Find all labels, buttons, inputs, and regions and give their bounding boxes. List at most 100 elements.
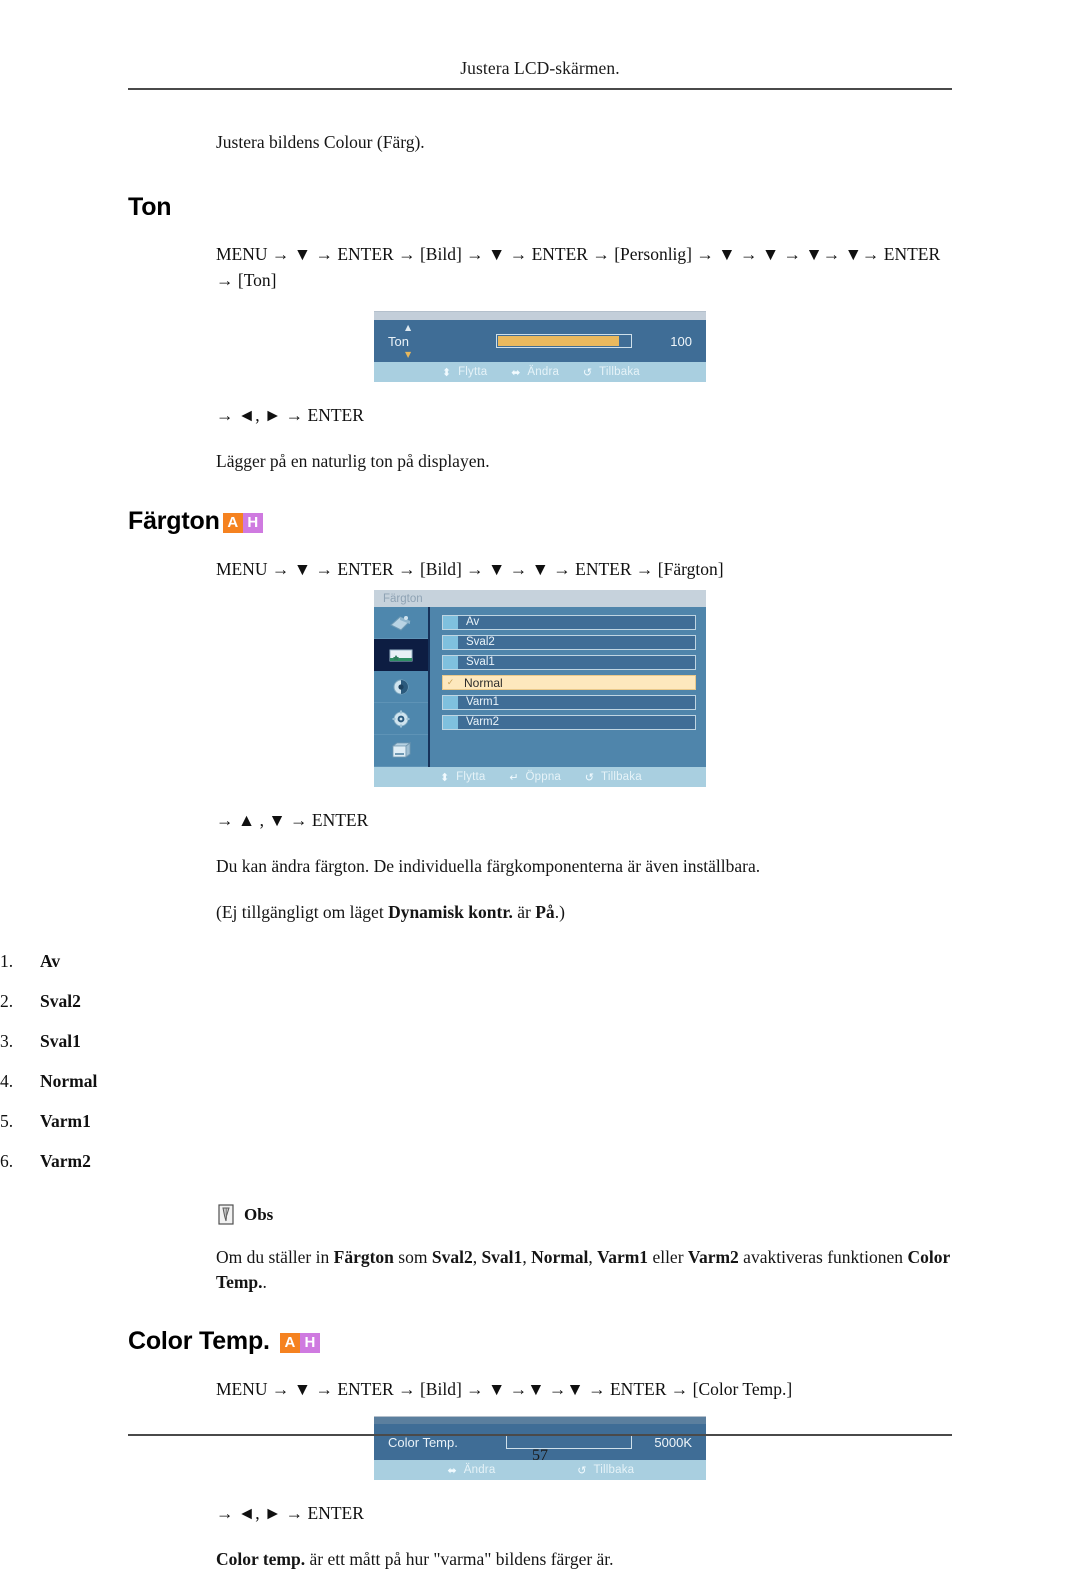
row-marker bbox=[443, 696, 458, 709]
note-text-pre: Om du ställer in bbox=[216, 1247, 334, 1267]
fargton-option-list: 1. Av 2. Sval2 3. Sval1 4. Normal 5. Varm1 6. Varm2 bbox=[0, 941, 1080, 1181]
note-text-7: . bbox=[262, 1272, 267, 1292]
nav-path-fargton: MENU → ▼ → ENTER → [Bild] → ▼ → ▼ → ENTE… bbox=[216, 559, 724, 579]
osd-ton-value: 100 bbox=[670, 333, 692, 349]
list-item: 6. Varm2 bbox=[0, 1141, 1080, 1181]
heading-colortemp: Color Temp. A H bbox=[128, 1327, 1080, 1356]
list-item-number: 4. bbox=[0, 1071, 14, 1091]
list-item-number: 1. bbox=[0, 951, 14, 971]
sound-icon[interactable] bbox=[374, 671, 428, 703]
row-marker bbox=[443, 616, 458, 629]
note-bold-fargton: Färgton bbox=[333, 1247, 394, 1267]
input-source-icon[interactable] bbox=[374, 607, 428, 639]
input-source-icon-svg bbox=[390, 615, 411, 631]
osd-footer-item[interactable]: ⬌ Ändra bbox=[446, 1464, 496, 1477]
note-bold-varm2: Varm2 bbox=[687, 1247, 739, 1267]
caret-up-icon: ▲ bbox=[405, 322, 412, 332]
row-marker bbox=[443, 656, 458, 669]
osd-footer-item[interactable]: ⬌ Ändra bbox=[509, 366, 559, 379]
badge-a-icon: A bbox=[279, 1332, 300, 1353]
description-colortemp-bold: Color temp. bbox=[216, 1549, 306, 1569]
osd-menu-row-label: Varm2 bbox=[466, 715, 500, 728]
description-ton: Lägger på en naturlig ton på displayen. bbox=[216, 451, 490, 471]
osd-menu-row[interactable]: Sval1 bbox=[442, 655, 696, 670]
osd-footer-item[interactable]: ↺ Tillbaka bbox=[581, 366, 640, 379]
return-arrow-icon: ↺ bbox=[582, 365, 593, 379]
availability-note-pre: (Ej tillgängligt om läget bbox=[216, 902, 389, 922]
osd-footer-item[interactable]: ⬍ Flytta bbox=[438, 771, 485, 784]
osd-menu-row[interactable]: Av bbox=[442, 615, 696, 630]
osd-ton: ▲ Ton ▼ 100 ⬍ Flytta ⬌ Ändra ↺ Tillbaka bbox=[374, 311, 706, 382]
osd-menu-row-label: Normal bbox=[464, 675, 503, 690]
osd-footer-item[interactable]: ↺ Tillbaka bbox=[583, 771, 642, 784]
note-text-6: avaktiveras funktionen bbox=[738, 1247, 908, 1267]
osd-ton-wrap: ▲ Ton ▼ 100 ⬍ Flytta ⬌ Ändra ↺ Tillbaka bbox=[0, 311, 1080, 382]
note-bold-varm1: Varm1 bbox=[597, 1247, 649, 1267]
osd-colortemp-topbar bbox=[374, 1416, 706, 1424]
note-pencil-icon bbox=[218, 1204, 234, 1225]
leftright-arrow-icon: ⬌ bbox=[511, 365, 521, 379]
note-obs-text: Om du ställer in Färgton som Sval2, Sval… bbox=[216, 1245, 962, 1295]
multi-control-icon-svg bbox=[391, 741, 412, 758]
osd-menu-row[interactable]: Varm1 bbox=[442, 695, 696, 710]
header-rule bbox=[128, 88, 952, 90]
osd-footer-label: Tillbaka bbox=[601, 771, 642, 783]
description-colortemp-rest: är ett mått på hur "varma" bildens färge… bbox=[305, 1549, 614, 1569]
key-hint-fargton: → ▲ , ▼ → ENTER bbox=[216, 810, 369, 830]
multi-control-icon[interactable] bbox=[374, 735, 428, 767]
nav-path-ton-text: MENU → ▼ → ENTER → [Bild] → ▼ → ENTER → … bbox=[216, 244, 941, 290]
osd-footer-label: Flytta bbox=[458, 366, 488, 378]
osd-fargton-title: Färgton bbox=[374, 590, 706, 607]
picture-icon[interactable] bbox=[374, 639, 428, 671]
key-hint-ton: → ◄, ► → ENTER bbox=[216, 405, 364, 425]
osd-fargton: Färgton Av Sval2 Sval1 ✓ Normal Varm1 Va… bbox=[374, 590, 706, 787]
list-item-number: 3. bbox=[0, 1031, 14, 1051]
osd-footer-label: Ändra bbox=[463, 1464, 496, 1476]
osd-footer-item[interactable]: ↵ Öppna bbox=[507, 771, 561, 784]
osd-footer-label: Ändra bbox=[527, 366, 560, 378]
description-fargton: Du kan ändra färgton. De individuella fä… bbox=[216, 856, 761, 876]
list-item-label: Normal bbox=[40, 1071, 98, 1091]
row-marker bbox=[443, 636, 458, 649]
intro-paragraph: Justera bildens Colour (Färg). bbox=[216, 132, 425, 152]
key-hint-colortemp: → ◄, ► → ENTER bbox=[216, 1503, 364, 1523]
setup-gear-icon-svg bbox=[392, 710, 410, 727]
row-marker bbox=[443, 716, 458, 729]
list-item: 1. Av bbox=[0, 941, 1080, 981]
sound-icon-svg bbox=[393, 679, 409, 694]
heading-ton: Ton bbox=[128, 193, 1080, 222]
osd-ton-panel: ▲ Ton ▼ 100 bbox=[374, 320, 706, 362]
leftright-arrow-icon: ⬌ bbox=[447, 1463, 457, 1477]
note-text-4: , bbox=[588, 1247, 598, 1267]
osd-ton-slider-fill bbox=[498, 336, 620, 346]
osd-icon-column bbox=[374, 607, 430, 767]
osd-menu-row-label: Sval1 bbox=[466, 655, 495, 668]
ah-badge-fargton: A H bbox=[222, 512, 263, 533]
osd-fargton-footer: ⬍ Flytta ↵ Öppna ↺ Tillbaka bbox=[374, 767, 706, 787]
osd-menu-row[interactable]: Sval2 bbox=[442, 635, 696, 650]
osd-menu-row[interactable]: ✓ Normal bbox=[442, 675, 696, 690]
list-item-label: Varm2 bbox=[40, 1151, 91, 1171]
osd-menu-row-label: Av bbox=[466, 615, 480, 628]
ah-badge-colortemp: A H bbox=[279, 1332, 320, 1353]
osd-ton-slider[interactable] bbox=[496, 334, 632, 348]
osd-footer-item[interactable]: ⬍ Flytta bbox=[440, 366, 487, 379]
setup-gear-icon[interactable] bbox=[374, 703, 428, 735]
list-item-label: Av bbox=[40, 951, 61, 971]
availability-note-post: .) bbox=[554, 902, 565, 922]
nav-path-ton: MENU → ▼ → ENTER → [Bild] → ▼ → ENTER → … bbox=[216, 241, 962, 293]
heading-ton-label: Ton bbox=[128, 193, 172, 221]
badge-h-icon: H bbox=[242, 512, 263, 533]
caret-down-icon: ▼ bbox=[405, 349, 412, 359]
updown-arrow-icon: ⬍ bbox=[439, 770, 450, 784]
picture-icon-svg bbox=[389, 649, 413, 661]
note-text-1: som bbox=[393, 1247, 432, 1267]
osd-footer-label: Öppna bbox=[525, 771, 562, 783]
osd-footer-item[interactable]: ↺ Tillbaka bbox=[575, 1464, 634, 1477]
badge-a-icon: A bbox=[222, 512, 243, 533]
osd-menu-row[interactable]: Varm2 bbox=[442, 715, 696, 730]
availability-note-bold2: På bbox=[535, 902, 555, 922]
running-header: Justera LCD-skärmen. bbox=[460, 58, 620, 78]
description-colortemp: Color temp. är ett mått på hur "varma" b… bbox=[216, 1547, 962, 1572]
list-item: 3. Sval1 bbox=[0, 1021, 1080, 1061]
